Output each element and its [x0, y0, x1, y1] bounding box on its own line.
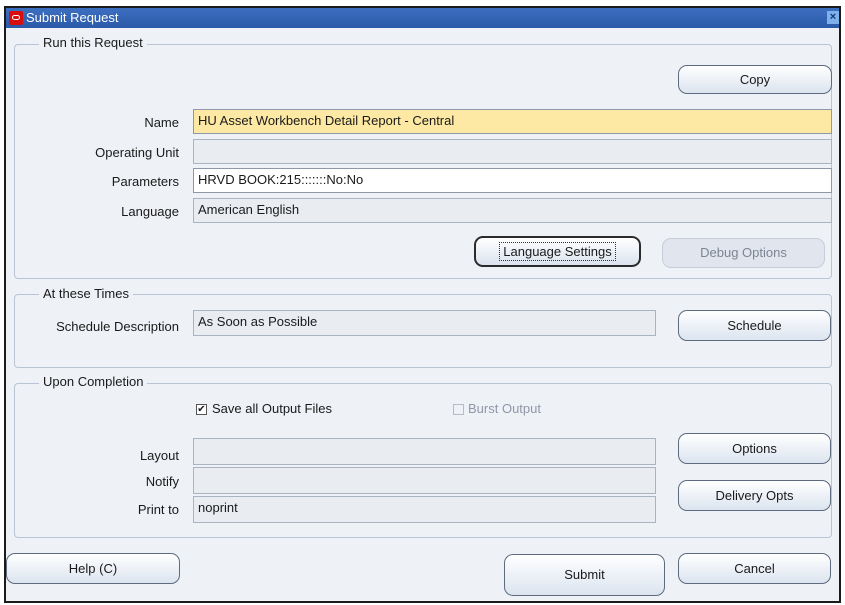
- save-output-label[interactable]: Save all Output Files: [212, 401, 332, 416]
- help-button[interactable]: Help (C): [6, 553, 180, 584]
- name-field[interactable]: HU Asset Workbench Detail Report - Centr…: [193, 109, 832, 134]
- schedule-description-label: Schedule Description: [56, 319, 179, 334]
- schedule-button[interactable]: Schedule: [678, 310, 831, 341]
- layout-label: Layout: [139, 448, 179, 463]
- schedule-group-title: At these Times: [39, 286, 133, 301]
- parameters-label: Parameters: [111, 174, 179, 189]
- submit-button[interactable]: Submit: [504, 554, 665, 596]
- operating-unit-field[interactable]: [193, 139, 832, 164]
- save-output-checkbox[interactable]: ✔: [196, 404, 207, 415]
- debug-options-button[interactable]: Debug Options: [662, 238, 825, 268]
- language-label: Language: [121, 204, 179, 219]
- options-button[interactable]: Options: [678, 433, 831, 464]
- title-bar: Submit Request ×: [6, 8, 839, 28]
- print-to-label: Print to: [137, 502, 179, 517]
- schedule-description-field[interactable]: As Soon as Possible: [193, 310, 656, 336]
- language-field[interactable]: American English: [193, 198, 832, 223]
- parameters-field[interactable]: HRVD BOOK:215:::::::No:No: [193, 168, 832, 193]
- name-label: Name: [144, 115, 179, 130]
- burst-output-label[interactable]: Burst Output: [468, 401, 541, 416]
- layout-field[interactable]: [193, 438, 656, 465]
- print-to-field[interactable]: noprint: [193, 496, 656, 523]
- run-request-group-title: Run this Request: [39, 35, 147, 50]
- completion-group-title: Upon Completion: [39, 374, 148, 389]
- notify-label: Notify: [145, 474, 179, 489]
- notify-field[interactable]: [193, 467, 656, 494]
- window-title: Submit Request: [26, 10, 119, 25]
- language-settings-button[interactable]: Language Settings: [474, 236, 641, 267]
- submit-request-window: Submit Request × Run this Request Copy N…: [4, 6, 841, 603]
- copy-button[interactable]: Copy: [678, 65, 832, 94]
- cancel-button[interactable]: Cancel: [678, 553, 831, 584]
- operating-unit-label: Operating Unit: [95, 145, 179, 160]
- burst-output-checkbox[interactable]: [453, 404, 464, 415]
- oracle-logo-icon: [9, 11, 23, 25]
- close-icon[interactable]: ×: [827, 11, 839, 24]
- delivery-opts-button[interactable]: Delivery Opts: [678, 480, 831, 511]
